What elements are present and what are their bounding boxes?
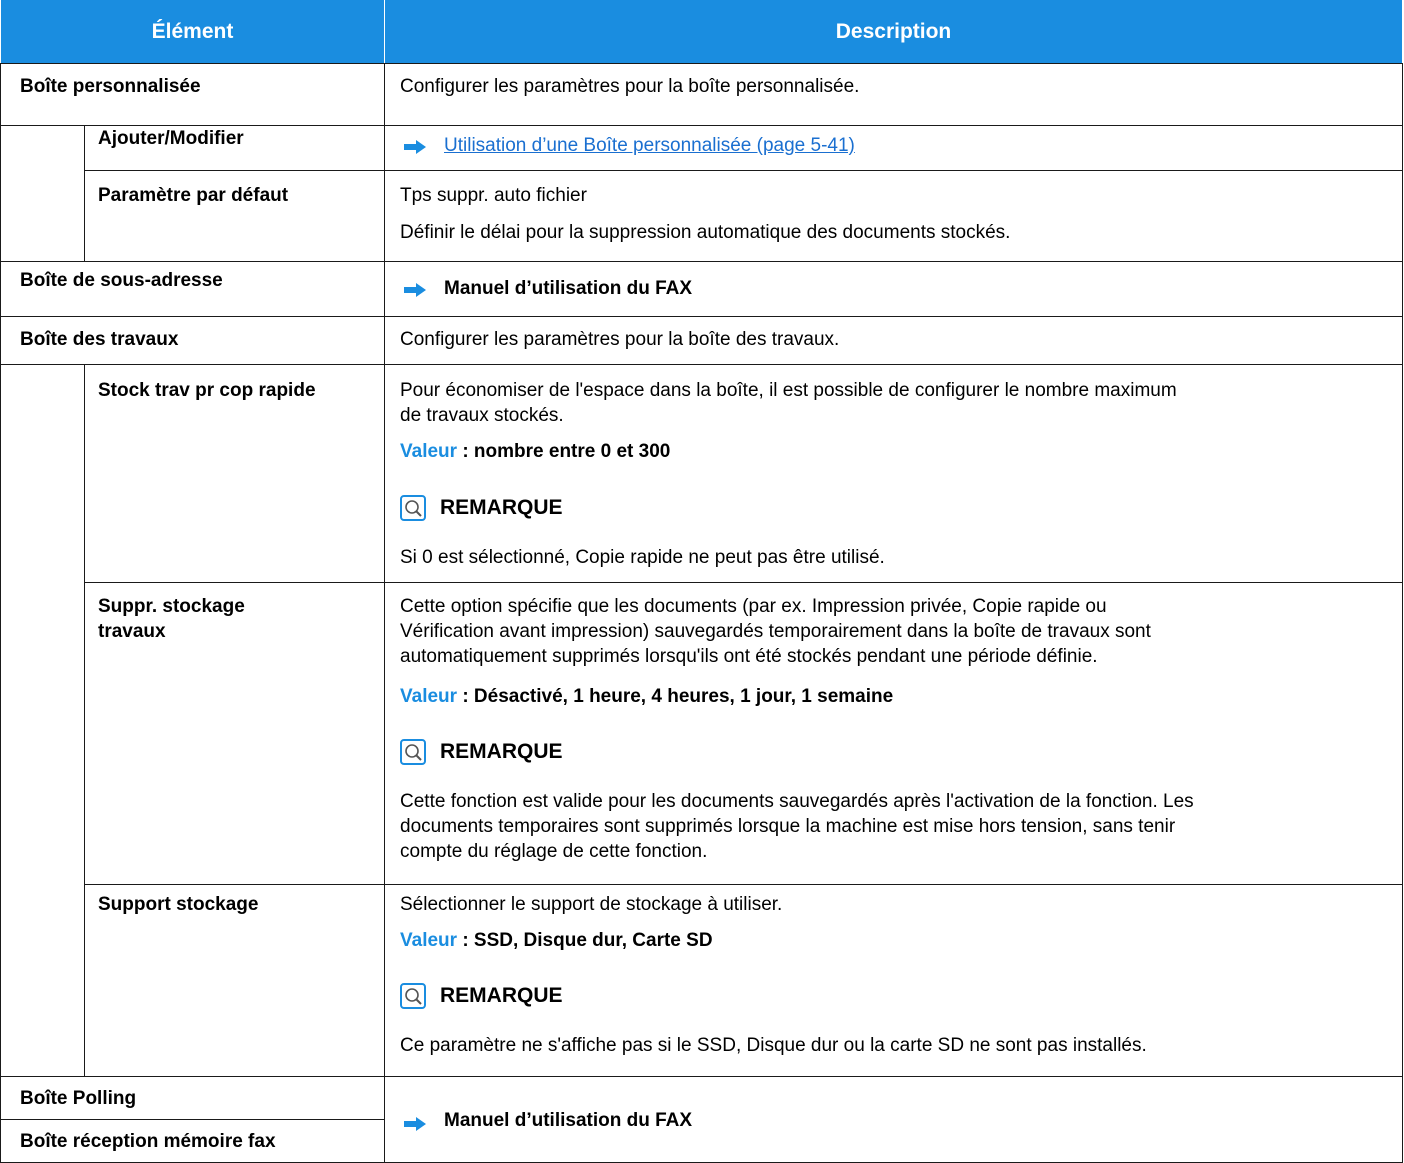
label-suppr-2: travaux: [98, 621, 166, 642]
value-support: Valeur : SSD, Disque dur, Carte SD: [400, 930, 713, 952]
note-suppr-1: Cette fonction est valide pour les docum…: [400, 791, 1194, 812]
arrow-right-icon: [404, 140, 426, 154]
desc-perso: Configurer les paramètres pour la boîte …: [400, 76, 860, 97]
label-stock: Stock trav pr cop rapide: [98, 380, 316, 401]
lightbulb-note-icon: [400, 739, 426, 765]
value-key: Valeur: [400, 930, 458, 951]
label-travaux: Boîte des travaux: [20, 329, 179, 350]
value-text: : nombre entre 0 et 300: [457, 441, 671, 462]
desc-stock-2: de travaux stockés.: [400, 405, 564, 426]
label-suppr-1: Suppr. stockage: [98, 596, 245, 617]
ref-sousadr: Manuel d’utilisation du FAX: [444, 278, 693, 299]
desc-travaux: Configurer les paramètres pour la boîte …: [400, 329, 840, 350]
value-stock: Valeur : nombre entre 0 et 300: [400, 441, 670, 463]
desc-defaut-line1: Tps suppr. auto fichier: [400, 185, 587, 206]
label-defaut: Paramètre par défaut: [98, 185, 289, 206]
note-title-stock: REMARQUE: [440, 496, 563, 519]
desc-defaut-line2: Définir le délai pour la suppression aut…: [400, 222, 1011, 243]
desc-stock-1: Pour économiser de l'espace dans la boît…: [400, 380, 1177, 401]
column-header-element: Élément: [1, 0, 384, 63]
desc-suppr-2: Vérification avant impression) sauvegard…: [400, 621, 1151, 642]
cell-travaux-indent: [0, 364, 85, 1077]
note-suppr-2: documents temporaires sont supprimés lor…: [400, 816, 1176, 837]
label-ajouter: Ajouter/Modifier: [98, 128, 244, 149]
label-perso: Boîte personnalisée: [20, 76, 201, 97]
value-key: Valeur: [400, 441, 458, 462]
lightbulb-note-icon: [400, 983, 426, 1009]
cell-defaut-label: [84, 170, 385, 262]
value-suppr: Valeur : Désactivé, 1 heure, 4 heures, 1…: [400, 686, 893, 708]
link-boite-personnalisee[interactable]: Utilisation d’une Boîte personnalisée (p…: [444, 135, 855, 157]
settings-table: Élément Description Boîte personnalisée …: [0, 0, 1404, 1163]
value-text: : SSD, Disque dur, Carte SD: [457, 930, 713, 951]
desc-suppr-3: automatiquement supprimés lorsqu'ils ont…: [400, 646, 1098, 667]
label-support: Support stockage: [98, 894, 259, 915]
desc-suppr-1: Cette option spécifie que les documents …: [400, 596, 1107, 617]
label-reception: Boîte réception mémoire fax: [20, 1131, 276, 1152]
cell-perso-indent: [0, 125, 85, 262]
arrow-right-icon: [404, 1117, 426, 1131]
arrow-right-icon: [404, 283, 426, 297]
value-key: Valeur: [400, 686, 458, 707]
column-header-description: Description: [385, 0, 1402, 63]
note-title-suppr: REMARQUE: [440, 740, 563, 763]
label-polling: Boîte Polling: [20, 1088, 137, 1109]
desc-support: Sélectionner le support de stockage à ut…: [400, 894, 783, 915]
cell-defaut-desc: [384, 170, 1403, 262]
note-support: Ce paramètre ne s'affiche pas si le SSD,…: [400, 1035, 1147, 1056]
ref-fax: Manuel d’utilisation du FAX: [444, 1110, 693, 1131]
value-text: : Désactivé, 1 heure, 4 heures, 1 jour, …: [457, 686, 894, 707]
note-suppr-3: compte du réglage de cette fonction.: [400, 841, 708, 862]
lightbulb-note-icon: [400, 495, 426, 521]
note-stock: Si 0 est sélectionné, Copie rapide ne pe…: [400, 547, 885, 568]
note-title-support: REMARQUE: [440, 984, 563, 1007]
label-sousadr: Boîte de sous-adresse: [20, 270, 223, 291]
